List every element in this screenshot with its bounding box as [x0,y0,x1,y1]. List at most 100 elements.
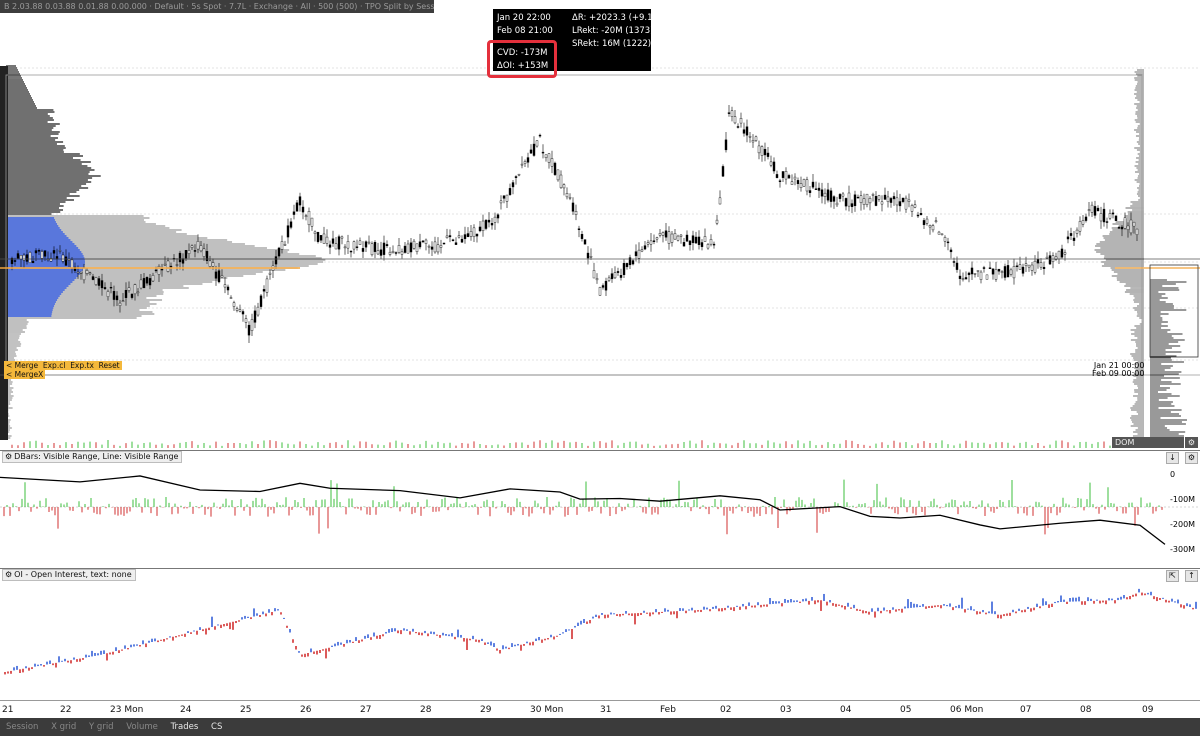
candle-body [1021,266,1025,274]
candle-body [1111,212,1115,215]
oi-chart[interactable] [0,582,1200,700]
candle-body [898,201,902,207]
candle-body [664,230,668,238]
candle-body [229,297,233,299]
candle-body [130,293,134,298]
candle-body [58,250,62,252]
arrow-up-icon[interactable]: ↑ [1185,570,1198,582]
candle-body [118,302,122,306]
candle-body [292,211,296,215]
panel-divider[interactable] [0,568,1200,569]
candle-body [838,194,842,199]
candle-body [811,181,815,188]
candle-body [721,166,725,177]
candle-body [406,243,410,254]
candle-body [1045,256,1049,259]
candle-body [235,308,239,311]
candle-body [1090,204,1094,213]
candle-body [697,236,701,245]
candle-body [535,140,539,147]
candle-body [529,149,533,154]
candle-body [982,267,986,269]
candle-body [577,228,581,230]
candle-body [1078,221,1082,232]
gear-icon[interactable]: ⚙ [5,570,12,579]
candle-body [508,188,512,195]
candle-body [484,219,488,229]
candle-body [877,195,881,200]
candle-body [505,194,509,202]
price-chart[interactable] [0,13,1200,450]
candle-body [820,189,824,197]
candle-body [391,250,395,253]
candle-body [874,196,878,206]
exp-tx-label[interactable]: Exp.tx [70,361,94,370]
candle-body [412,240,416,249]
oi-panel-title[interactable]: ⚙ OI - Open Interest, text: none [2,569,136,581]
time-tick: 05 [900,705,912,715]
delta-range-value: ΔR: +2023.3 (+9.1% [572,13,661,23]
reset-label[interactable]: Reset [99,361,120,370]
candle-body [331,238,335,244]
candle-body [136,291,140,294]
candle-body [952,261,956,263]
candle-body [526,157,530,163]
dbars-title-text: DBars: Visible Range, Line: Visible Rang… [14,452,179,461]
candle-body [988,267,992,269]
time-tick: 21 [2,705,14,715]
candle-body [385,244,389,247]
dbars-scale-100: -100M [1170,495,1196,504]
gear-icon[interactable]: ⚙ [5,452,12,461]
time-tick: 28 [420,705,432,715]
time-axis[interactable]: 21 22 23 Mon 24 25 26 27 28 29 30 Mon 31 Feb 02 03 04 0… [0,700,1200,719]
candle-body [1117,227,1121,229]
candle-body [103,287,107,289]
candle-body [256,306,260,316]
candle-body [52,250,56,254]
dbars-chart[interactable] [0,463,1200,568]
candle-body [796,180,800,185]
candle-body [835,202,839,206]
candle-body [388,251,392,255]
candle-body [643,245,647,250]
candle-body [868,198,872,204]
dbars-panel-title[interactable]: ⚙ DBars: Visible Range, Line: Visible Ran… [2,451,183,463]
toggle-cs[interactable]: CS [211,722,222,732]
candle-body [1099,213,1103,222]
exp-cl-label[interactable]: Exp.cl [43,361,66,370]
candle-body [547,153,551,163]
dom-button[interactable]: DOM [1112,437,1184,448]
candle-body [817,187,821,191]
candle-body [802,179,806,187]
candle-body [1060,248,1064,258]
dom-gear-icon[interactable]: ⚙ [1185,437,1198,448]
candle-body [748,136,752,138]
candle-body [523,161,527,164]
toggle-trades[interactable]: Trades [171,722,199,732]
candle-body [1123,217,1127,229]
candle-body [328,244,332,248]
candle-body [1108,213,1112,219]
candle-body [22,254,26,261]
toggle-y-grid[interactable]: Y grid [89,722,114,732]
time-tick: 03 [780,705,792,715]
candle-body [310,217,314,227]
candle-body [82,267,86,281]
candle-body [745,126,749,136]
toggle-x-grid[interactable]: X grid [51,722,76,732]
merge-button[interactable]: < Merge Exp.cl Exp.tx Reset [4,361,122,370]
expand-icon[interactable]: ⇱ [1166,570,1179,582]
candle-body [652,240,656,242]
toggle-volume[interactable]: Volume [126,722,158,732]
mergex-button[interactable]: < MergeX [4,370,46,379]
candle-body [733,116,737,124]
price-candles [10,104,1139,343]
merge-label: < Merge [6,361,39,370]
candle-body [841,193,845,197]
candle-body [364,241,368,248]
candle-body [358,240,362,245]
candle-body [1036,259,1040,264]
candle-body [1006,265,1010,278]
candle-body [433,241,437,253]
toggle-session[interactable]: Session [6,722,38,732]
